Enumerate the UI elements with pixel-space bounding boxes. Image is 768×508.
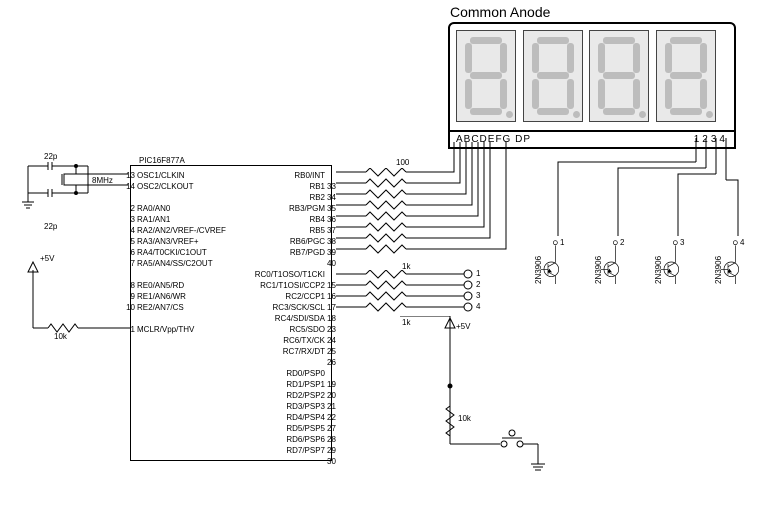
mcu-pin-right — [238, 258, 325, 269]
r-mclr-value: 10k — [54, 332, 67, 341]
mcu-pin-right: RB538 — [238, 225, 325, 236]
mcu-pin-right: RB437 — [238, 214, 325, 225]
cap1-value: 22p — [44, 152, 57, 161]
mcu-pin-right: RC3/SCK/SCL18 — [238, 302, 325, 313]
crystal-icon — [18, 162, 128, 232]
mcu-pin-right: RC0/T1OSO/T1CKI15 — [238, 269, 325, 280]
mcu-pin-right: RB134 — [238, 181, 325, 192]
mcu-pin-right: RD5/PSP528 — [238, 423, 325, 434]
mcu-pin-right: RD0/PSP019 — [238, 368, 325, 379]
mcu-pin-right: RD1/PSP120 — [238, 379, 325, 390]
mcu-pin-right: RB7/PGD40 — [238, 247, 325, 258]
mcu-pin-left: 10RE2/AN7/CS — [137, 302, 226, 313]
digit-bus — [530, 138, 768, 258]
mcu-pin-left: 2RA0/AN0 — [137, 203, 226, 214]
r-pullup-value: 10k — [458, 414, 471, 423]
mcu-pin-left: 9RE1/AN6/WR — [137, 291, 226, 302]
cap2-value: 22p — [44, 222, 57, 231]
mcu-pin-right: RD4/PSP427 — [238, 412, 325, 423]
mcu-pin-right: RC7/RX/DT26 — [238, 346, 325, 357]
mcu-pin-left: 3RA1/AN1 — [137, 214, 226, 225]
mcu-pin-left — [137, 269, 226, 280]
mcu-pin-left: 6RA4/T0CKI/C1OUT — [137, 247, 226, 258]
mcu-pin-right: RD6/PSP629 — [238, 434, 325, 445]
mcu-pin-left: 14OSC2/CLKOUT — [137, 181, 226, 192]
mcu-pin-right: RC5/SDO24 — [238, 324, 325, 335]
mcu-pin-left: 8RE0/AN5/RD — [137, 280, 226, 291]
mcu-pin-right: RC6/TX/CK25 — [238, 335, 325, 346]
mcu-pin-left: 4RA2/AN2/VREF-/CVREF — [137, 225, 226, 236]
mclr-svg — [18, 260, 138, 340]
net-terminal — [464, 303, 473, 312]
mcu-name: PIC16F877A — [139, 156, 185, 165]
net-2: 2 — [476, 280, 480, 289]
mcu-chip: PIC16F877A 13OSC1/CLKIN14OSC2/CLKOUT2RA0… — [130, 165, 332, 461]
mcu-pin-right: RD7/PSP730 — [238, 445, 325, 456]
net-1: 1 — [476, 269, 480, 278]
crystal-value: 8MHz — [92, 176, 113, 185]
mcu-pin-right: RC1/T1OSI/CCP216 — [238, 280, 325, 291]
pushbutton-block: +5V 10k — [400, 316, 560, 488]
net-terminal — [464, 281, 473, 290]
vcc1-label: +5V — [40, 254, 54, 263]
net-terminal — [464, 270, 473, 279]
pushbutton-svg — [400, 316, 560, 486]
mcu-pin-left: 1MCLR/Vpp/THV — [137, 324, 226, 335]
mcu-pin-left: 5RA3/AN3/VREF+ — [137, 236, 226, 247]
mcu-pin-right — [238, 357, 325, 368]
mcu-pin-left — [137, 313, 226, 324]
mcu-pin-left: 13OSC1/CLKIN — [137, 170, 226, 181]
mcu-pin-left — [137, 192, 226, 203]
vcc2-label: +5V — [456, 322, 470, 331]
mclr-pullup: +5V 10k — [18, 260, 138, 342]
diagram-title: Common Anode — [450, 4, 550, 20]
mcu-pin-right: RB0/INT33 — [238, 170, 325, 181]
mcu-pin-right: RB6/PGC39 — [238, 236, 325, 247]
mcu-pin-right: RC2/CCP117 — [238, 291, 325, 302]
mcu-pin-right: RD2/PSP221 — [238, 390, 325, 401]
net-4: 4 — [476, 302, 480, 311]
mcu-pin-right: RB235 — [238, 192, 325, 203]
net-terminal — [464, 292, 473, 301]
mcu-pin-right: RB3/PGM36 — [238, 203, 325, 214]
mcu-pin-left: 7RA5/AN4/SS/C2OUT — [137, 258, 226, 269]
oscillator-block: 22p 22p 8MHz — [18, 162, 128, 232]
mcu-pin-right: RC4/SDI/SDA23 — [238, 313, 325, 324]
net-3: 3 — [476, 291, 480, 300]
mcu-pin-right: RD3/PSP322 — [238, 401, 325, 412]
